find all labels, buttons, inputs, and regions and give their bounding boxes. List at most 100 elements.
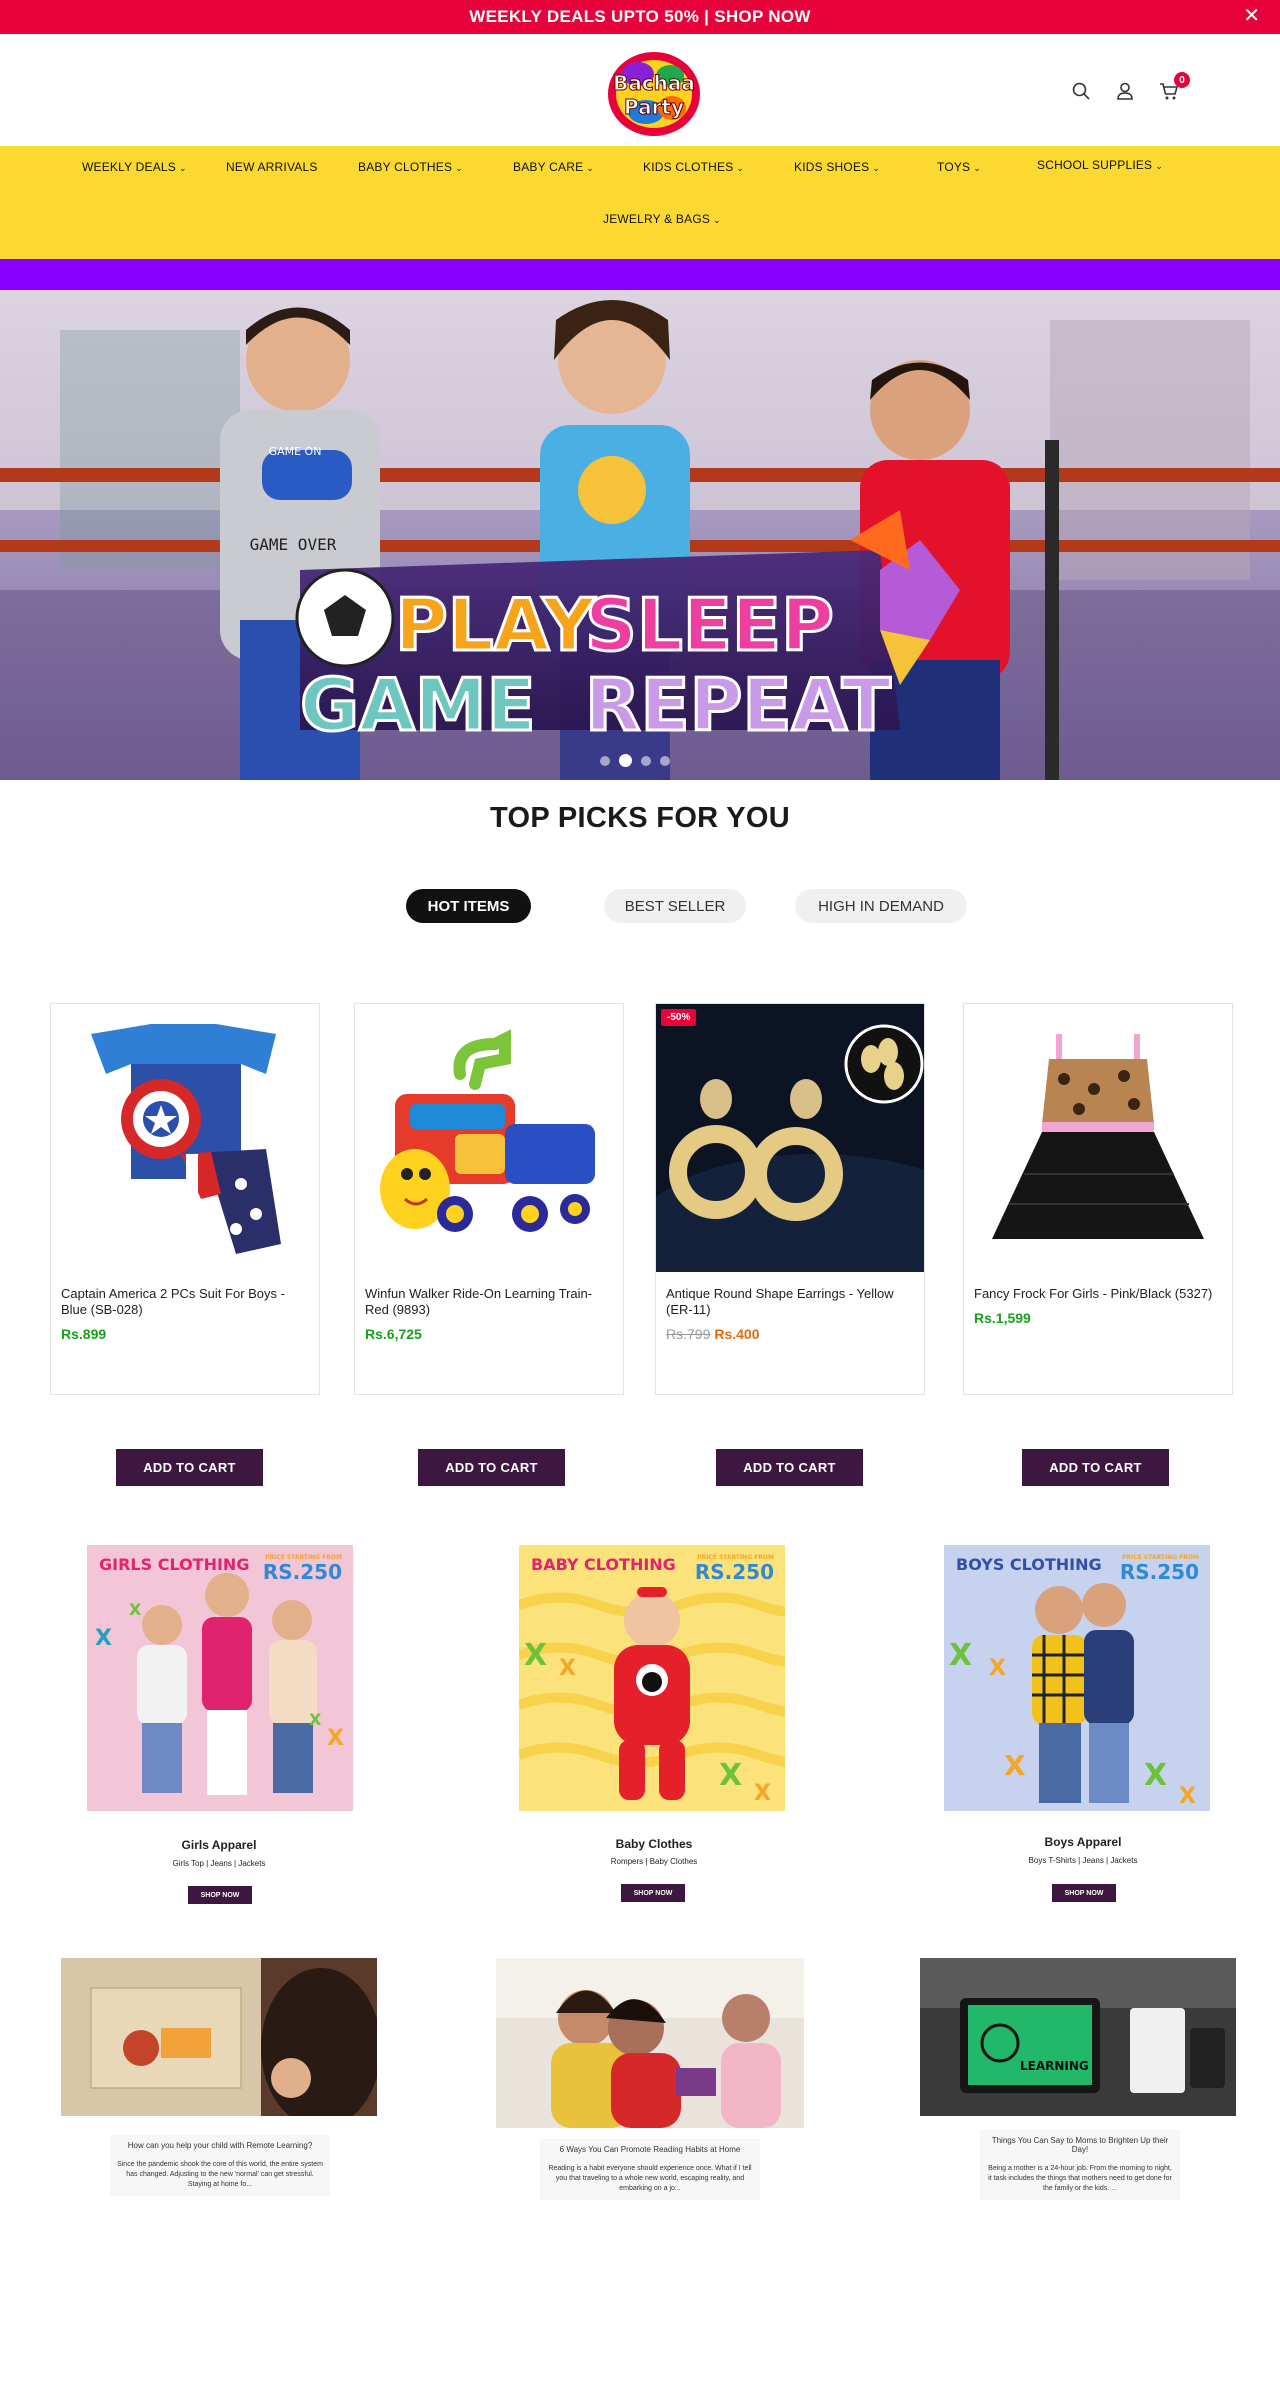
blog-image[interactable]: LEARNING	[920, 1958, 1236, 2116]
blog-image[interactable]	[61, 1958, 377, 2116]
product-card[interactable]: -50% Antique Round Shape Earrings - Yell…	[655, 1003, 925, 1395]
site-header: Bachaa Party 0	[0, 34, 1280, 146]
blog-title[interactable]: Things You Can Say to Moms to Brighten U…	[986, 2136, 1174, 2154]
category-name[interactable]: Baby Clothes	[544, 1837, 764, 1851]
hero-image: GAME ON GAME OVER PLAY SLEEP GAME REPEAT	[0, 290, 1280, 780]
svg-text:Party: Party	[624, 95, 684, 119]
chevron-down-icon: ⌄	[973, 163, 982, 173]
add-to-cart-button[interactable]: ADD TO CART	[716, 1449, 863, 1486]
banner-label: BABY CLOTHING	[531, 1555, 676, 1574]
category-banner-boys[interactable]: BOYS CLOTHING PRICE STARTING FROM RS.250…	[944, 1545, 1210, 1811]
product-card[interactable]: Captain America 2 PCs Suit For Boys - Bl…	[50, 1003, 320, 1395]
hero-banner[interactable]: GAME ON GAME OVER PLAY SLEEP GAME REPEAT	[0, 290, 1280, 780]
blog-card[interactable]: Things You Can Say to Moms to Brighten U…	[980, 2130, 1180, 2200]
category-name[interactable]: Girls Apparel	[109, 1838, 329, 1852]
blog-excerpt: Being a mother is a 24-hour job. From th…	[988, 2165, 1172, 2192]
product-image[interactable]	[355, 1004, 623, 1272]
section-title: TOP PICKS FOR YOU	[490, 802, 790, 834]
hero-headline-game: GAME	[300, 663, 536, 747]
product-image[interactable]	[964, 1004, 1232, 1272]
category-name[interactable]: Boys Apparel	[973, 1835, 1193, 1849]
category-subtitle: Girls Top | Jeans | Jackets	[172, 1859, 266, 1868]
product-title[interactable]: Fancy Frock For Girls - Pink/Black (5327…	[974, 1286, 1219, 1302]
category-subtitle: Rompers | Baby Clothes	[610, 1857, 698, 1866]
product-image[interactable]	[51, 1004, 319, 1272]
svg-text:X: X	[1004, 1749, 1026, 1782]
slider-dots	[600, 754, 670, 767]
slider-dot[interactable]	[660, 755, 670, 766]
svg-text:X: X	[754, 1781, 771, 1806]
chevron-down-icon: ⌄	[455, 163, 463, 173]
nav-label: BABY CLOTHES	[358, 160, 453, 174]
svg-text:X: X	[719, 1758, 742, 1793]
product-title[interactable]: Captain America 2 PCs Suit For Boys - Bl…	[61, 1286, 306, 1318]
blog-image[interactable]	[496, 1958, 804, 2128]
category-banner-girls[interactable]: GIRLS CLOTHING PRICE STARTING FROM RS.25…	[87, 1545, 353, 1811]
shop-now-button[interactable]: SHOP NOW	[188, 1886, 252, 1904]
product-card[interactable]: Fancy Frock For Girls - Pink/Black (5327…	[963, 1003, 1233, 1395]
account-icon[interactable]	[1114, 80, 1136, 102]
nav-item-school-supplies[interactable]: SCHOOL SUPPLIES ⌄	[1037, 158, 1163, 172]
nav-item-kids-shoes[interactable]: KIDS SHOES ⌄	[794, 160, 880, 174]
nav-item-baby-clothes[interactable]: BABY CLOTHES ⌄	[358, 160, 463, 174]
blog-title[interactable]: How can you help your child with Remote …	[116, 2141, 324, 2150]
chevron-down-icon: ⌄	[1155, 161, 1164, 171]
cart-icon[interactable]: 0	[1158, 72, 1190, 102]
tab-high-in-demand[interactable]: HIGH IN DEMAND	[795, 889, 967, 923]
add-to-cart-button[interactable]: ADD TO CART	[116, 1449, 263, 1486]
blog-title[interactable]: 6 Ways You Can Promote Reading Habits at…	[546, 2145, 754, 2154]
nav-item-weekly-deals[interactable]: WEEKLY DEALS ⌄	[82, 160, 187, 174]
product-image[interactable]	[656, 1004, 924, 1272]
announcement-bar[interactable]: WEEKLY DEALS UPTO 50% | SHOP NOW ✕	[0, 0, 1280, 34]
category-banner-baby[interactable]: BABY CLOTHING PRICE STARTING FROM RS.250…	[519, 1545, 785, 1811]
product-title[interactable]: Winfun Walker Ride-On Learning Train- Re…	[365, 1286, 610, 1318]
nav-label: BABY CARE	[513, 160, 584, 174]
nav-item-kids-clothes[interactable]: KIDS CLOTHES ⌄	[643, 160, 744, 174]
product-title[interactable]: Antique Round Shape Earrings - Yellow (E…	[666, 1286, 911, 1318]
product-price: Rs.1,599	[974, 1310, 1031, 1326]
chevron-down-icon: ⌄	[872, 163, 881, 173]
add-to-cart-button[interactable]: ADD TO CART	[418, 1449, 565, 1486]
chevron-down-icon: ⌄	[179, 163, 187, 173]
blog-card[interactable]: 6 Ways You Can Promote Reading Habits at…	[540, 2139, 760, 2200]
main-nav: WEEKLY DEALS ⌄ NEW ARRIVALS BABY CLOTHES ⌄…	[0, 146, 1280, 259]
product-price: Rs.799 Rs.400	[666, 1326, 760, 1342]
banner-label: BOYS CLOTHING	[956, 1555, 1102, 1574]
category-subtitle: Boys T-Shirts | Jeans | Jackets	[1028, 1856, 1138, 1865]
slider-dot[interactable]	[641, 755, 651, 766]
shirt-text: GAME OVER	[250, 535, 337, 554]
nav-item-baby-care[interactable]: BABY CARE ⌄	[513, 160, 594, 174]
sale-price: Rs.400	[714, 1326, 760, 1342]
banner-price: RS.250	[695, 1560, 774, 1584]
add-to-cart-button[interactable]: ADD TO CART	[1022, 1449, 1169, 1486]
cart-count-badge: 0	[1174, 72, 1190, 88]
svg-text:X: X	[559, 1656, 576, 1681]
product-card[interactable]: Winfun Walker Ride-On Learning Train- Re…	[354, 1003, 624, 1395]
announcement-text[interactable]: WEEKLY DEALS UPTO 50% | SHOP NOW	[469, 7, 811, 27]
close-icon[interactable]: ✕	[1243, 6, 1260, 26]
nav-label: KIDS SHOES	[794, 160, 870, 174]
hero-headline-play: PLAY	[395, 583, 595, 667]
slider-dot-active[interactable]	[619, 754, 632, 767]
svg-text:X: X	[309, 1710, 322, 1729]
slider-dot[interactable]	[600, 755, 610, 766]
nav-item-jewelry-bags[interactable]: JEWELRY & BAGS ⌄	[603, 212, 721, 226]
blog-card[interactable]: How can you help your child with Remote …	[110, 2135, 330, 2196]
nav-item-toys[interactable]: TOYS ⌄	[937, 160, 981, 174]
shop-now-button[interactable]: SHOP NOW	[1052, 1884, 1116, 1902]
nav-item-new-arrivals[interactable]: NEW ARRIVALS	[226, 160, 318, 174]
svg-text:X: X	[327, 1726, 344, 1751]
banner-label: GIRLS CLOTHING	[99, 1555, 249, 1574]
shirt-text: GAME ON	[269, 445, 322, 458]
site-logo[interactable]: Bachaa Party	[602, 44, 706, 140]
screen-text: LEARNING	[1020, 2059, 1089, 2073]
tab-hot-items[interactable]: HOT ITEMS	[406, 889, 531, 923]
product-tabs: HOT ITEMS BEST SELLER HIGH IN DEMAND	[0, 889, 1280, 923]
tab-best-seller[interactable]: BEST SELLER	[604, 889, 746, 923]
svg-text:X: X	[1179, 1784, 1196, 1809]
nav-label: KIDS CLOTHES	[643, 160, 734, 174]
search-icon[interactable]	[1070, 80, 1092, 102]
promo-strip	[0, 259, 1280, 290]
shop-now-button[interactable]: SHOP NOW	[621, 1884, 685, 1902]
old-price: Rs.799	[666, 1326, 711, 1342]
